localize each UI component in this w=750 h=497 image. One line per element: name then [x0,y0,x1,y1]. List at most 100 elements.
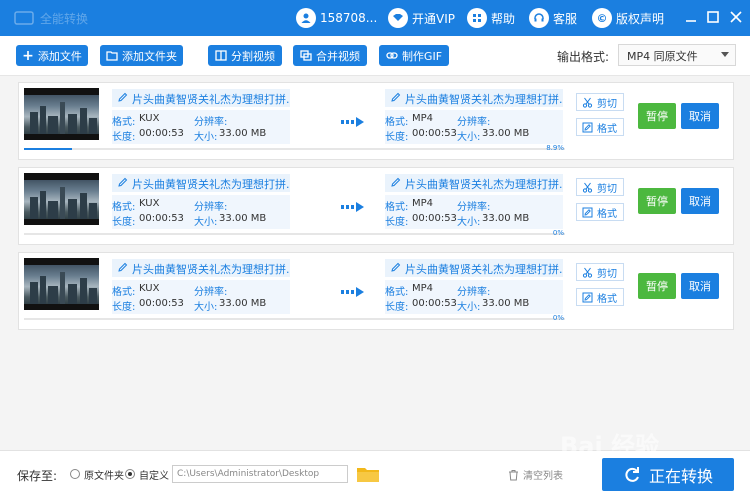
cancel-button[interactable]: 取消 [681,188,719,214]
copyright-button[interactable]: © 版权声明 [592,7,664,29]
cancel-button[interactable]: 取消 [681,273,719,299]
user-account[interactable]: 158708... [296,7,377,29]
output-duration: 00:00:53 [412,128,457,139]
source-duration: 00:00:53 [139,213,184,224]
vip-icon [388,8,408,28]
save-to-label: 保存至: [17,469,58,483]
custom-folder-radio[interactable] [125,469,135,479]
add-file-button[interactable]: + 添加文件 [16,45,88,66]
clear-list-button[interactable]: 清空列表 [508,467,563,482]
conversion-item: 片头曲黄智贤关礼杰为理想打拼. 格式: KUX 分辨率: 长度: 00:00:5… [18,252,734,330]
resolution-label: 分辨率: [457,202,491,213]
output-info: 格式: MP4 分辨率: 长度: 00:00:53 大小: 33.00 MB [385,195,563,229]
output-format: MP4 [412,283,434,294]
trash-icon [509,469,518,480]
size-label: 大小: [194,217,218,228]
chevron-down-icon [721,52,729,57]
format-button[interactable]: 格式 [576,288,624,306]
size-label: 大小: [457,302,481,313]
output-filename[interactable]: 片头曲黄智贤关礼杰为理想打拼. [385,89,563,107]
save-path-input[interactable] [172,465,348,483]
format-label: 格式: [385,202,409,213]
edit-icon [391,262,401,272]
output-format: MP4 [412,198,434,209]
size-label: 大小: [194,132,218,143]
progress-fill [24,148,73,150]
output-filename[interactable]: 片头曲黄智贤关礼杰为理想打拼. [385,174,563,192]
duration-label: 长度: [112,302,136,313]
format-label: 格式: [385,287,409,298]
scissors-icon [582,267,593,278]
format-label: 格式: [112,202,136,213]
convert-arrow-icon [341,287,364,297]
output-format: MP4 [412,113,434,124]
folder-icon [106,51,118,61]
size-label: 大小: [194,302,218,313]
split-video-button[interactable]: 分割视频 [208,45,282,66]
edit-icon [118,177,128,187]
help-button[interactable]: 帮助 [467,7,515,29]
format-label: 格式: [112,287,136,298]
app-logo-icon [14,11,34,25]
edit-format-icon [582,207,593,217]
duration-label: 长度: [112,217,136,228]
scissors-icon [582,97,593,108]
add-file-label: 添加文件 [37,49,82,63]
close-button[interactable] [729,10,743,24]
pause-button[interactable]: 暂停 [638,273,676,299]
progress-percent: 8.9% [546,144,564,152]
cancel-button[interactable]: 取消 [681,103,719,129]
add-folder-button[interactable]: 添加文件夹 [100,45,183,66]
pause-button[interactable]: 暂停 [638,103,676,129]
maximize-button[interactable] [706,10,720,24]
make-gif-label: 制作GIF [401,49,443,63]
vip-button[interactable]: 开通VIP [388,7,455,29]
converting-button[interactable]: 正在转换 [602,458,734,491]
minimize-button[interactable] [684,10,698,24]
output-format-select[interactable]: MP4 同原文件 [618,44,736,66]
output-filename[interactable]: 片头曲黄智贤关礼杰为理想打拼. [385,259,563,277]
minimize-icon [686,20,696,22]
app-name: 全能转换 [40,12,89,26]
size-label: 大小: [457,217,481,228]
edit-icon [391,92,401,102]
source-filename[interactable]: 片头曲黄智贤关礼杰为理想打拼. [112,89,290,107]
help-label: 帮助 [491,11,516,26]
clear-list-label: 清空列表 [523,471,563,482]
open-folder-icon[interactable] [356,465,380,483]
help-icon [467,8,487,28]
resolution-label: 分辨率: [194,287,228,298]
source-filename[interactable]: 片头曲黄智贤关礼杰为理想打拼. [112,174,290,192]
duration-label: 长度: [385,302,409,313]
format-label: 格式: [112,117,136,128]
video-thumbnail [24,88,99,140]
merge-video-button[interactable]: 合并视频 [293,45,367,66]
pause-button[interactable]: 暂停 [638,188,676,214]
customer-service-button[interactable]: 客服 [529,7,577,29]
conversion-list: 片头曲黄智贤关礼杰为理想打拼. 格式: KUX 分辨率: 长度: 00:00:5… [18,82,734,447]
output-duration: 00:00:53 [412,298,457,309]
service-label: 客服 [553,11,578,26]
video-thumbnail [24,258,99,310]
user-icon [296,8,316,28]
custom-folder-label: 自定义 [139,471,169,482]
make-gif-button[interactable]: 制作GIF [379,45,449,66]
edit-format-icon [582,292,593,302]
cut-button[interactable]: 剪切 [576,178,624,196]
size-label: 大小: [457,132,481,143]
source-info: 格式: KUX 分辨率: 长度: 00:00:53 大小: 33.00 MB [112,280,290,314]
format-button[interactable]: 格式 [576,203,624,221]
convert-arrow-icon [341,202,364,212]
refresh-icon [625,466,639,482]
edit-icon [118,92,128,102]
original-folder-radio[interactable] [70,469,80,479]
cut-button[interactable]: 剪切 [576,93,624,111]
format-button[interactable]: 格式 [576,118,624,136]
progress-bar [24,148,565,150]
edit-icon [118,262,128,272]
source-size: 33.00 MB [219,213,267,224]
source-filename[interactable]: 片头曲黄智贤关礼杰为理想打拼. [112,259,290,277]
progress-bar [24,318,565,320]
cut-button[interactable]: 剪切 [576,263,624,281]
progress-percent: 0% [552,229,564,237]
